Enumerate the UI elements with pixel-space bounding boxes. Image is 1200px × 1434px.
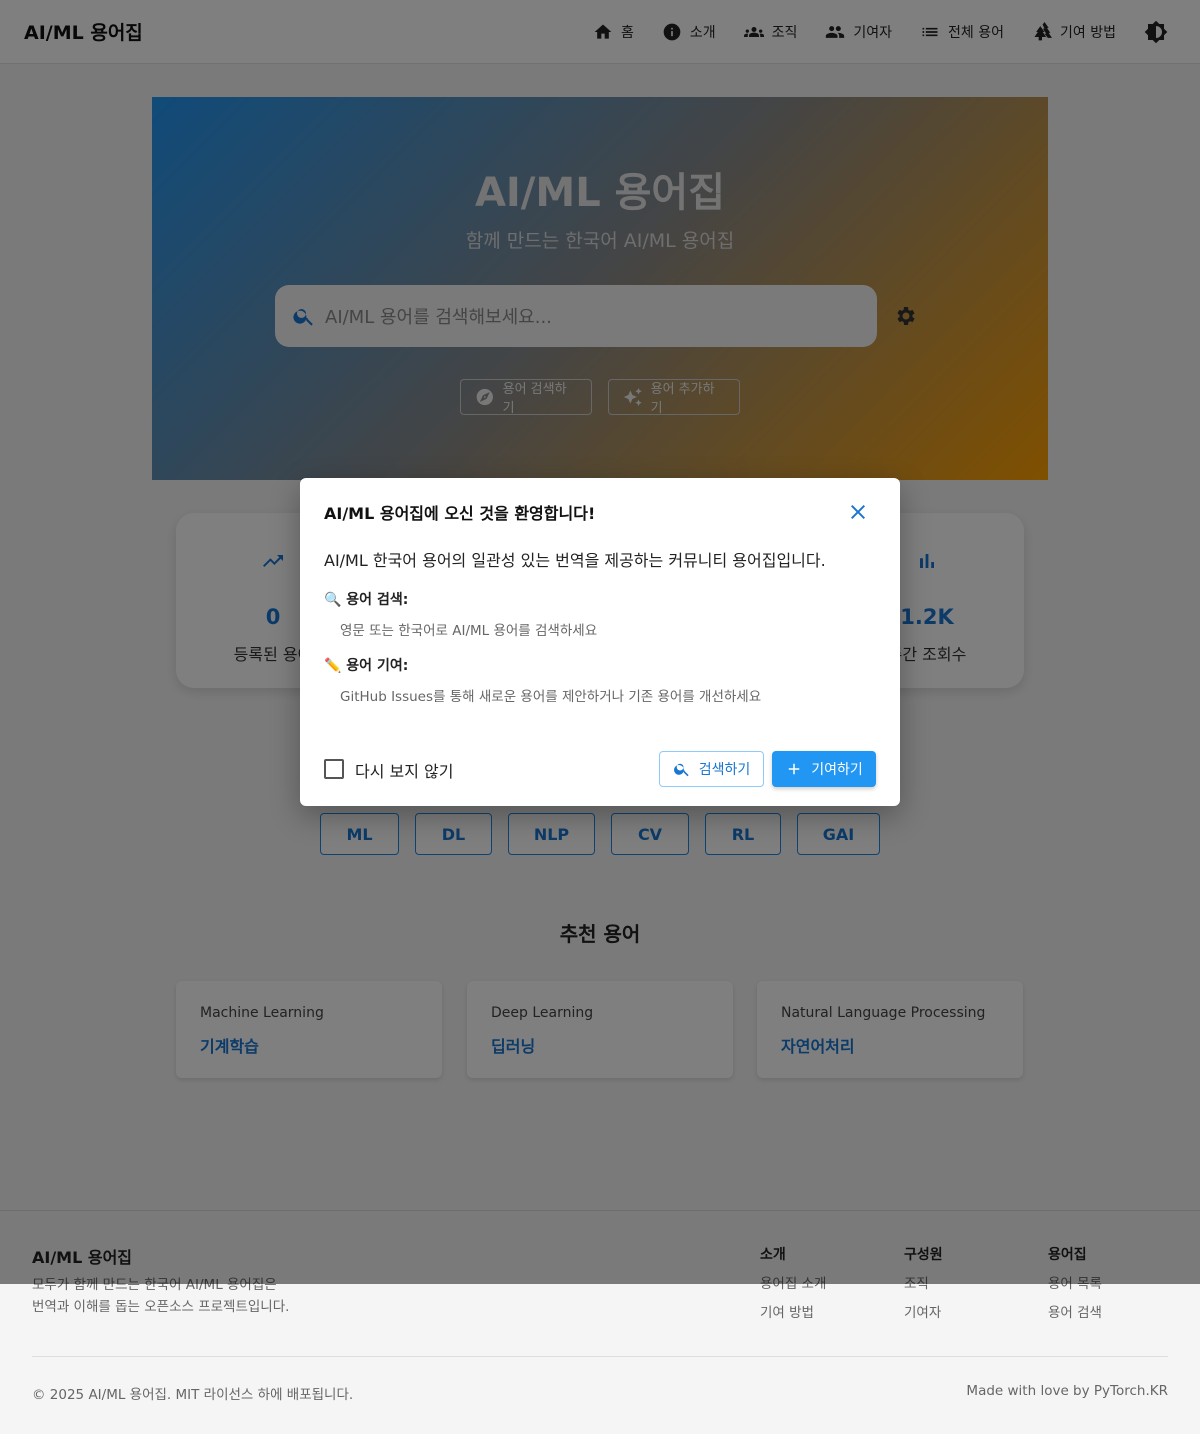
- dialog-search-description: 영문 또는 한국어로 AI/ML 용어를 검색하세요: [340, 623, 598, 639]
- dialog-search-button-label: 검색하기: [698, 762, 751, 778]
- footer-description-line2: 번역과 이해를 돕는 오픈소스 프로젝트입니다.: [32, 1299, 290, 1315]
- footer-link-how-to-contribute[interactable]: 기여 방법: [760, 1301, 814, 1321]
- dialog-contribute-description: GitHub Issues를 통해 새로운 용어를 제안하거나 기존 용어를 개…: [340, 689, 762, 705]
- dont-show-again-checkbox[interactable]: [324, 759, 344, 779]
- footer-divider: [32, 1356, 1168, 1357]
- footer-copyright: © 2025 AI/ML 용어집. MIT 라이선스 하에 배포됩니다.: [32, 1387, 354, 1403]
- close-icon[interactable]: [846, 500, 870, 524]
- footer-made-with[interactable]: Made with love by PyTorch.KR: [966, 1383, 1168, 1399]
- dialog-title: AI/ML 용어집에 오신 것을 환영합니다!: [324, 504, 596, 523]
- search-icon: [673, 763, 689, 777]
- dialog-search-button[interactable]: 검색하기: [659, 751, 764, 787]
- dialog-contribute-button-label: 기여하기: [811, 762, 863, 778]
- footer-link-contributors[interactable]: 기여자: [904, 1301, 941, 1321]
- dialog-search-heading: 🔍 용어 검색:: [324, 592, 409, 608]
- footer-link-term-search[interactable]: 용어 검색: [1048, 1301, 1102, 1321]
- dont-show-again-label[interactable]: 다시 보지 않기: [355, 758, 454, 782]
- page: AI/ML 용어집 홈 소개 조직 기여자 전체 용어: [0, 0, 1200, 1434]
- dialog-contribute-button[interactable]: 기여하기: [772, 751, 876, 787]
- dialog-contribute-heading: ✏️ 용어 기여:: [324, 658, 409, 674]
- plus-icon: [788, 763, 800, 775]
- dialog-intro: AI/ML 한국어 용어의 일관성 있는 번역을 제공하는 커뮤니티 용어집입니…: [324, 551, 826, 570]
- welcome-dialog: AI/ML 용어집에 오신 것을 환영합니다! AI/ML 한국어 용어의 일관…: [300, 478, 900, 806]
